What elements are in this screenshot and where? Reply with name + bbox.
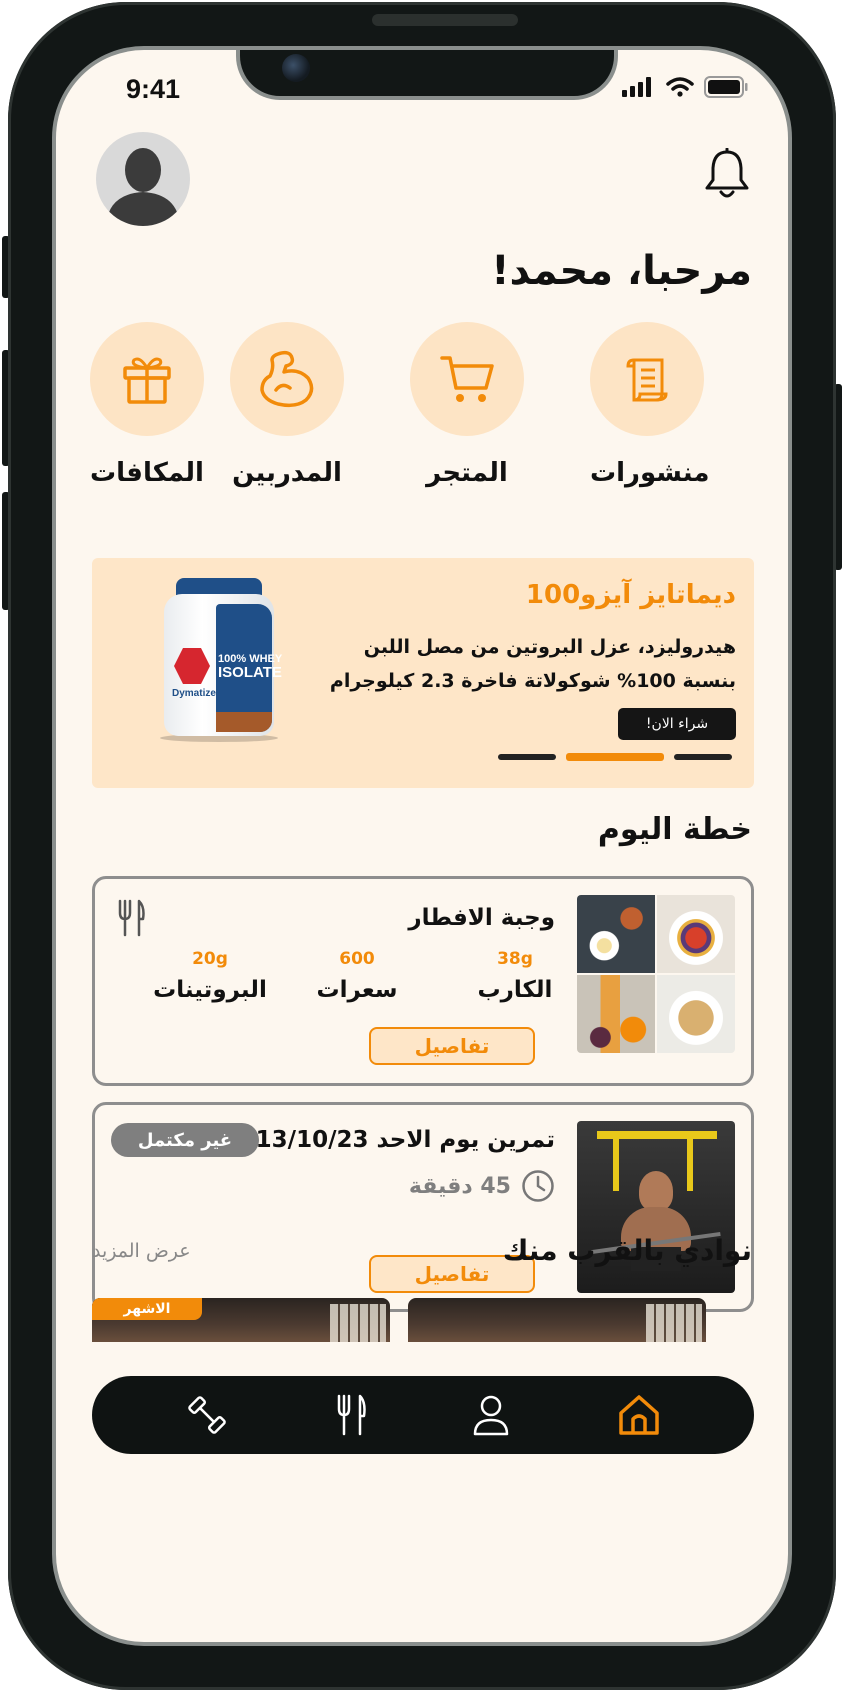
category-label: المدربين (232, 458, 342, 488)
signal-icon (622, 77, 651, 97)
category-label: المكافات (90, 458, 204, 488)
product-label-line2: ISOLATE (218, 664, 282, 681)
see-more-link[interactable]: عرض المزيد (92, 1240, 191, 1262)
meal-photo-pasta (657, 975, 735, 1053)
avatar[interactable] (96, 132, 190, 226)
workout-title: تمرين يوم الاحد 13/10/23 (255, 1127, 555, 1153)
wifi-icon (666, 77, 694, 97)
product-image: Dymatize 100% WHEY ISOLATE (154, 578, 284, 742)
stat-carbs: 38g الكارب (465, 949, 565, 1003)
banner-description: هيدروليزد، عزل البروتين من مصل اللبن بنس… (329, 636, 736, 692)
pager-dot[interactable] (674, 754, 732, 760)
status-time: 9:41 (126, 74, 181, 104)
stat-value: 600 (339, 949, 375, 969)
bottom-nav (92, 1376, 754, 1454)
nav-fork-knife-icon[interactable] (336, 1394, 366, 1436)
gift-icon (123, 357, 171, 404)
workout-card[interactable]: تمرين يوم الاحد 13/10/23 غير مكتمل 45 دق… (92, 1102, 754, 1312)
meal-title: وجبة الافطار (408, 905, 555, 931)
category-rewards[interactable]: المكافات (90, 322, 204, 488)
meal-photo-juice (577, 975, 655, 1053)
stat-value: 20g (192, 949, 228, 969)
buy-now-button[interactable]: شراء الان! (618, 708, 736, 740)
stat-label: البروتينات (153, 977, 267, 1003)
stat-protein: 20g البروتينات (145, 949, 275, 1003)
scroll-icon (626, 358, 668, 402)
clock-icon (522, 1170, 554, 1202)
home-icon[interactable] (617, 1393, 661, 1437)
profile-icon[interactable] (472, 1394, 510, 1436)
meal-details-button[interactable]: تفاصيل (369, 1027, 535, 1065)
cart-icon (440, 356, 494, 402)
status-icons (622, 76, 748, 98)
banner-title: ديماتايز آيزو100 (525, 580, 736, 610)
duration-text: 45 دقيقة (408, 1173, 511, 1199)
stat-calories: 600 سعرات (307, 949, 407, 1003)
flexed-bicep-icon (260, 350, 314, 408)
greeting-title: مرحبا، محمد! (491, 248, 752, 294)
club-card[interactable]: الاشهر (92, 1298, 390, 1342)
popular-badge: الاشهر (92, 1298, 202, 1320)
pager-dot[interactable] (498, 754, 556, 760)
category-store[interactable]: المتجر (410, 322, 524, 488)
workout-photo (577, 1121, 735, 1293)
clubs-section-title: نوادي بالقرب منك (502, 1234, 752, 1267)
dumbbell-icon[interactable] (185, 1393, 229, 1437)
meal-photo-eggs (577, 895, 655, 973)
stat-label: سعرات (316, 977, 398, 1003)
category-label: المتجر (426, 458, 508, 488)
pager-dot-active[interactable] (566, 753, 664, 761)
brand-name: Dymatize (172, 688, 216, 699)
club-card[interactable] (408, 1298, 706, 1342)
category-posts[interactable]: منشورات (590, 322, 710, 488)
earpiece-speaker (372, 14, 518, 26)
category-trainers[interactable]: المدربين (230, 322, 344, 488)
fork-knife-icon (118, 899, 145, 937)
app-screen: 9:41 مرحبا، محمد! منشورات المتجر المدربي… (52, 46, 792, 1646)
status-badge: غير مكتمل (111, 1123, 259, 1157)
meal-card[interactable]: وجبة الافطار 38g الكارب 600 سعرات 20g ال… (92, 876, 754, 1086)
user-silhouette-icon (106, 148, 180, 226)
notifications-bell-icon[interactable] (704, 147, 750, 206)
plan-section-title: خطة اليوم (597, 812, 752, 847)
category-label: منشورات (590, 458, 710, 488)
workout-duration: 45 دقيقة (409, 1169, 555, 1203)
meal-photo-berries (657, 895, 735, 973)
battery-icon (704, 76, 748, 98)
meal-photo-collage (577, 895, 735, 1053)
front-camera (282, 54, 310, 82)
promo-banner[interactable]: ديماتايز آيزو100 هيدروليزد، عزل البروتين… (92, 558, 754, 788)
stat-label: الكارب (477, 977, 553, 1003)
stat-value: 38g (497, 949, 533, 969)
